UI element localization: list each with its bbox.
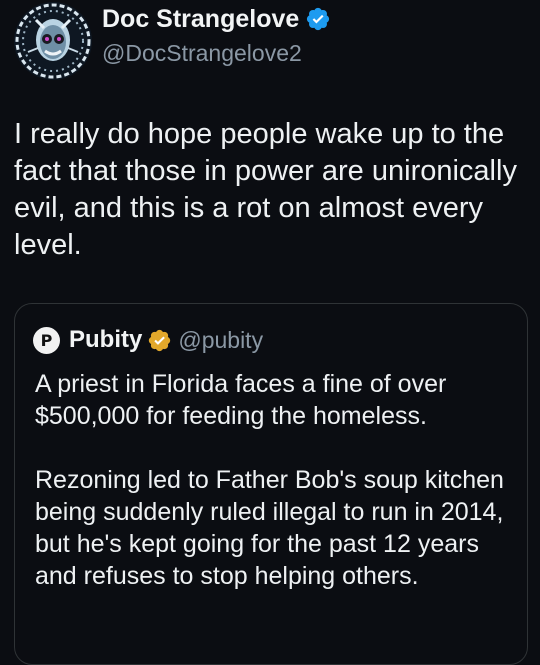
author-display-name[interactable]: Doc Strangelove bbox=[102, 5, 299, 34]
quote-body-text: A priest in Florida faces a fine of over… bbox=[35, 368, 511, 624]
quote-paragraph: A priest in Florida faces a fine of over… bbox=[35, 370, 447, 430]
quote-author-display-name[interactable]: Pubity bbox=[69, 326, 142, 354]
tweet-header: Doc Strangelove @DocStrangelove2 bbox=[14, 0, 534, 80]
author-handle[interactable]: @DocStrangelove2 bbox=[102, 40, 331, 67]
author-names: Doc Strangelove @DocStrangelove2 bbox=[102, 2, 331, 67]
quote-header: P Pubity @pubity bbox=[33, 326, 263, 354]
quote-author-avatar[interactable]: P bbox=[33, 326, 60, 354]
quoted-tweet-card[interactable]: P Pubity @pubity A priest in Florida fac… bbox=[14, 303, 528, 665]
quote-author-handle[interactable]: @pubity bbox=[178, 327, 263, 354]
avatar-illustration-icon bbox=[14, 2, 92, 80]
gold-verified-badge-icon bbox=[147, 328, 172, 353]
author-avatar[interactable] bbox=[14, 2, 92, 80]
verified-badge-icon bbox=[305, 6, 331, 32]
tweet-body-text: I really do hope people wake up to the f… bbox=[14, 118, 517, 261]
quote-paragraph: Rezoning led to Father Bob's soup kitche… bbox=[35, 466, 504, 590]
